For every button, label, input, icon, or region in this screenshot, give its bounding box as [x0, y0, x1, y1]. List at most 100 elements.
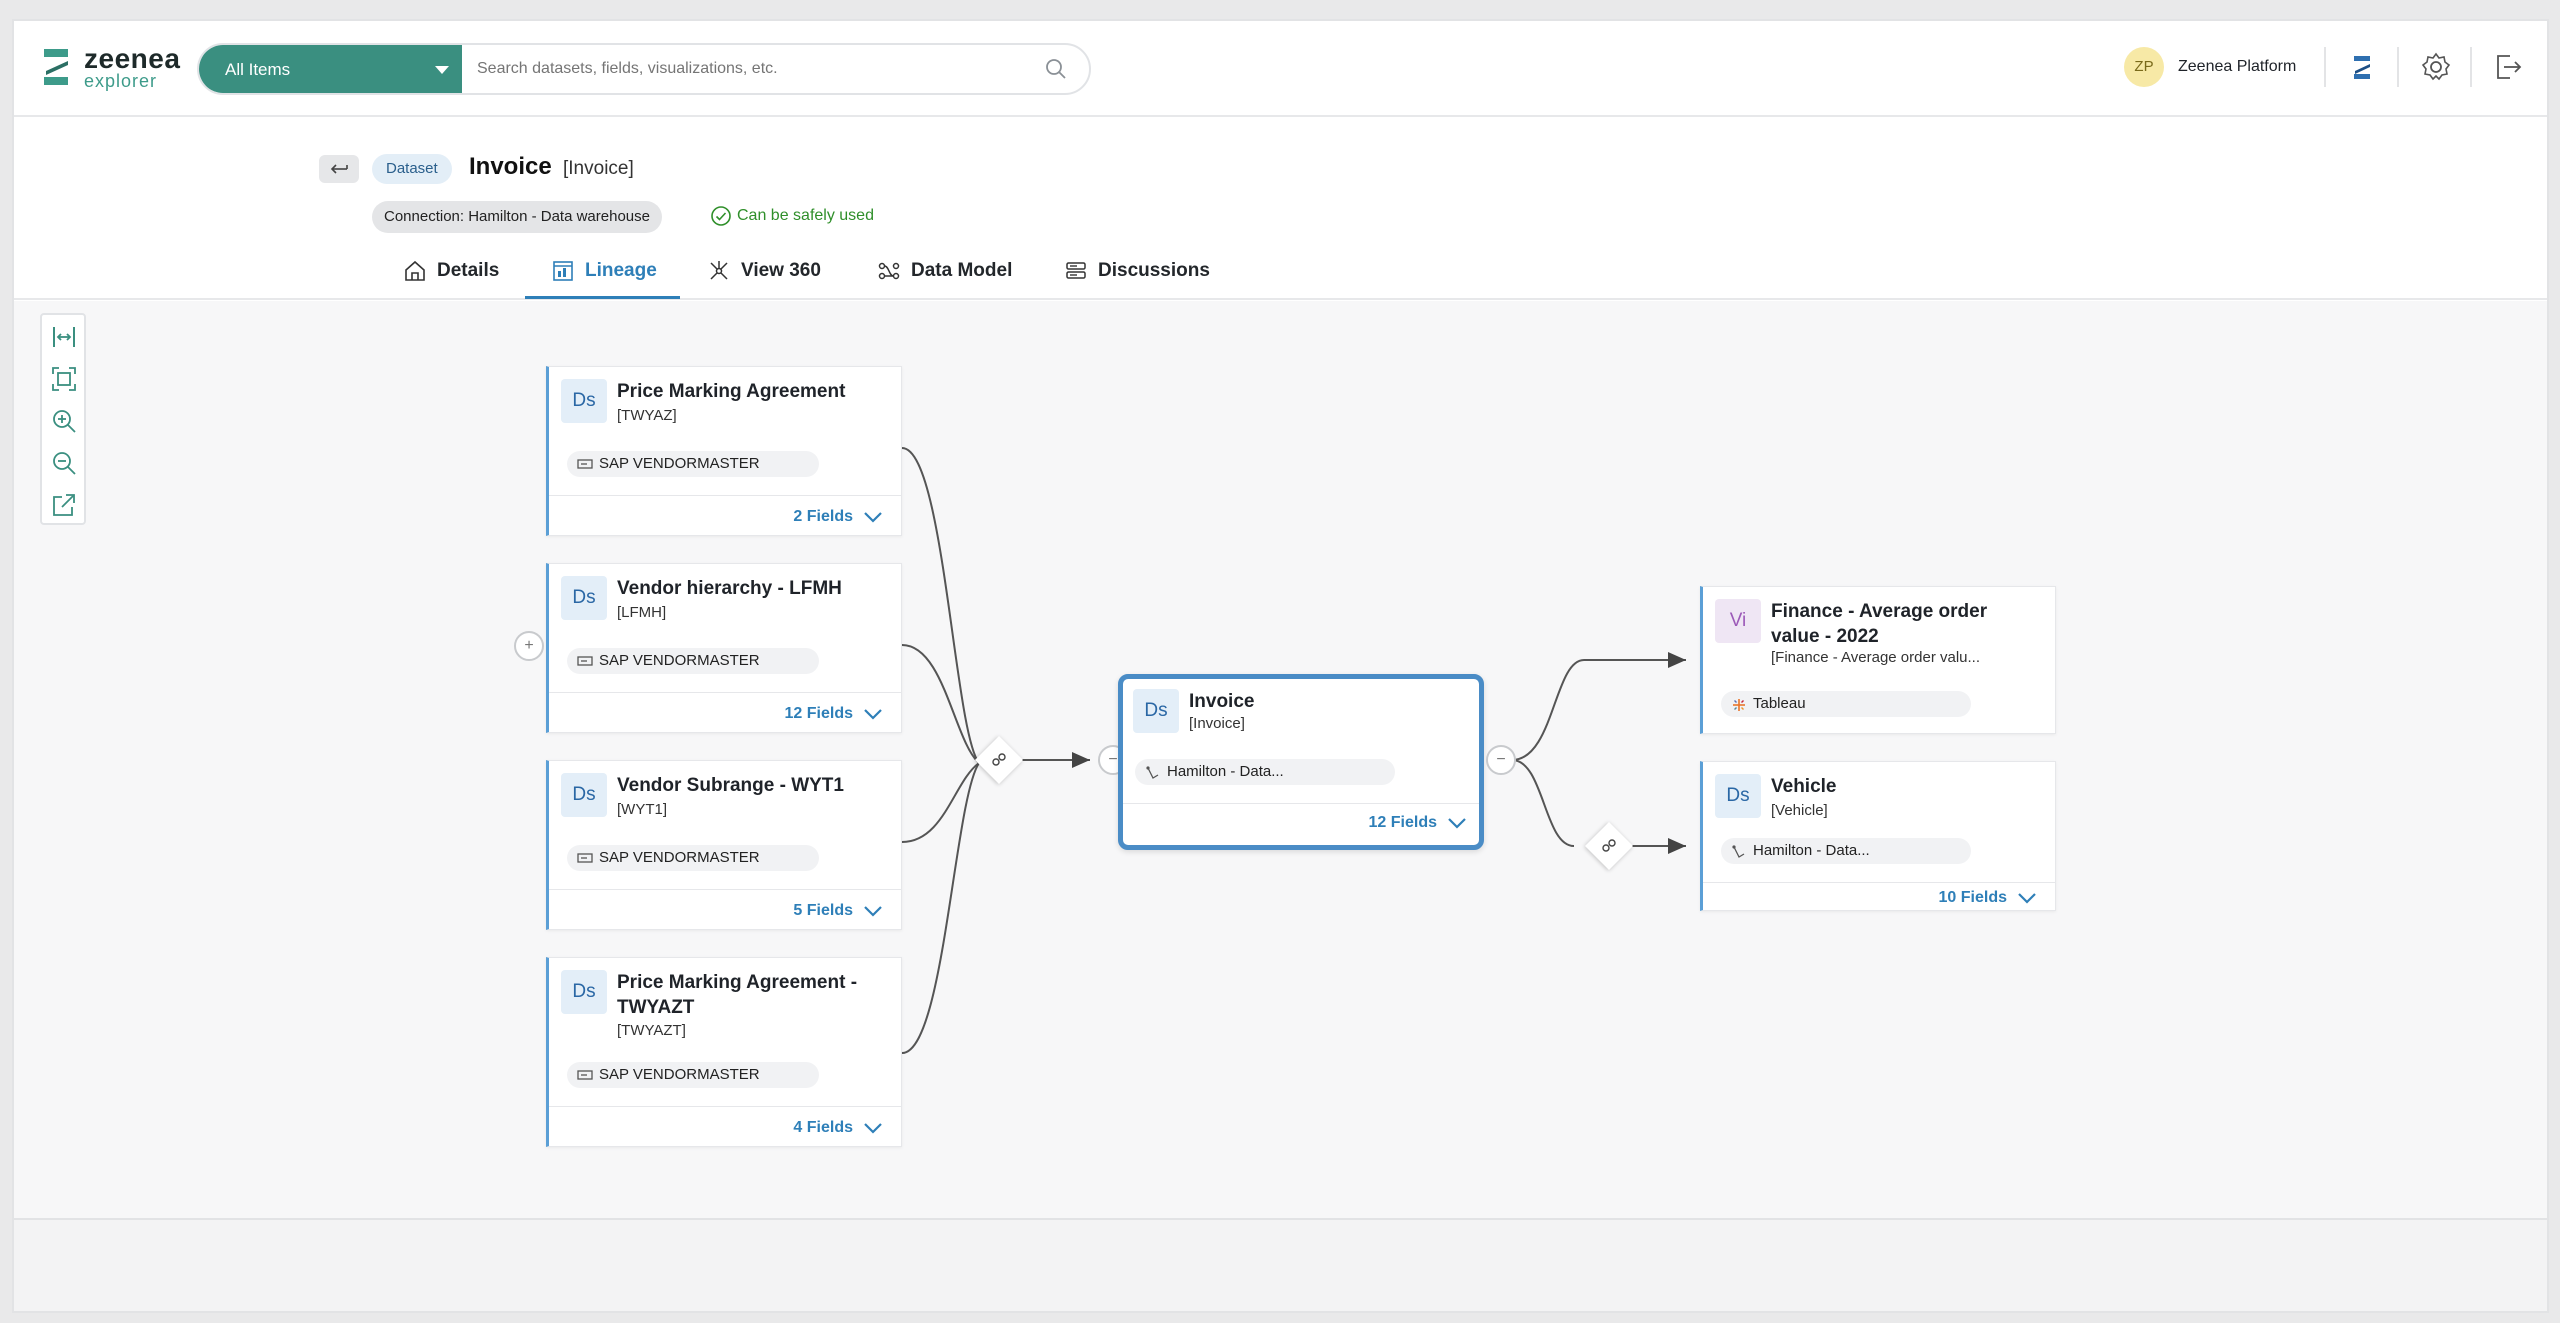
node-technical-name: [Finance - Average order valu... — [1771, 649, 1981, 666]
logout-icon[interactable] — [2490, 49, 2526, 85]
source-chip: Hamilton - Data... — [1135, 759, 1395, 785]
node-name: Price Marking Agreement - TWYAZT — [617, 972, 858, 1018]
sap-source-icon — [577, 853, 593, 863]
fields-toggle[interactable]: 4 Fields — [793, 1119, 883, 1137]
home-icon — [405, 260, 425, 281]
divider — [549, 495, 901, 496]
divider — [549, 889, 901, 890]
search-icon[interactable] — [1044, 57, 1068, 81]
chevron-down-icon — [864, 511, 882, 523]
edge-line — [1511, 652, 1686, 761]
fields-toggle[interactable]: 10 Fields — [1939, 889, 2037, 907]
dataset-badge: Ds — [1133, 689, 1179, 733]
zeenea-logo[interactable]: zeenea explorer — [42, 43, 192, 93]
data-model-icon — [878, 262, 900, 280]
source-name: SAP VENDORMASTER — [599, 455, 760, 472]
lineage-icon — [553, 261, 573, 281]
fields-count: 12 Fields — [784, 705, 853, 722]
fields-count: 2 Fields — [793, 508, 853, 525]
type-chip: Dataset — [372, 154, 452, 184]
app-window: zeenea explorer All Items ZP Zeenea Plat… — [12, 19, 2549, 1313]
zoom-in-icon[interactable] — [50, 407, 78, 435]
sap-source-icon — [577, 1070, 593, 1080]
sap-source-icon — [577, 459, 593, 469]
collapse-downstream-button[interactable]: − — [1486, 745, 1516, 775]
view360-icon — [710, 261, 728, 280]
zeenea-logo-icon — [44, 49, 68, 85]
lineage-node-invoice-current[interactable]: Ds Invoice [Invoice] Hamilton - Data... … — [1118, 674, 1484, 850]
chevron-down-icon — [1448, 817, 1466, 829]
tab-label: Discussions — [1098, 260, 1210, 281]
connection-chip[interactable]: Connection: Hamilton - Data warehouse — [372, 201, 662, 233]
status-text: Can be safely used — [737, 207, 874, 224]
edge-line — [901, 447, 980, 764]
settings-icon[interactable] — [2418, 49, 2454, 85]
node-name: Vendor hierarchy - LFMH — [617, 578, 842, 599]
node-technical-name: [WYT1] — [617, 801, 668, 818]
process-icon — [1602, 839, 1616, 852]
fields-toggle[interactable]: 5 Fields — [793, 902, 883, 920]
node-technical-name: [Vehicle] — [1771, 802, 1828, 819]
node-name: Invoice — [1189, 691, 1255, 712]
process-icon — [992, 753, 1006, 766]
page-subtitle: [Invoice] — [563, 158, 634, 179]
source-name: SAP VENDORMASTER — [599, 652, 760, 669]
fields-toggle[interactable]: 2 Fields — [793, 508, 883, 526]
fit-width-icon[interactable] — [50, 323, 78, 351]
lineage-node-vendor-subrange[interactable]: Ds Vendor Subrange - WYT1 [WYT1] SAP VEN… — [546, 760, 902, 930]
lineage-node-price-marking-agreement[interactable]: Ds Price Marking Agreement [TWYAZ] SAP V… — [546, 366, 902, 536]
dataset-badge: Ds — [1715, 774, 1761, 818]
chevron-down-icon — [864, 1122, 882, 1134]
lineage-node-finance-average-order-value[interactable]: Vi Finance - Average order value - 2022 … — [1700, 586, 2056, 734]
divider — [549, 1106, 901, 1107]
source-chip: SAP VENDORMASTER — [567, 451, 819, 477]
zeenea-studio-icon[interactable] — [2344, 49, 2380, 85]
node-technical-name: [LFMH] — [617, 604, 667, 621]
back-button[interactable] — [319, 155, 359, 183]
lineage-node-price-marking-agreement-twyazt[interactable]: Ds Price Marking Agreement - TWYAZT [TWY… — [546, 957, 902, 1147]
logo-secondary-text: explorer — [84, 71, 158, 91]
global-search: All Items — [197, 43, 1091, 95]
divider — [2470, 47, 2472, 87]
visualization-badge: Vi — [1715, 599, 1761, 643]
fields-toggle[interactable]: 12 Fields — [785, 705, 883, 723]
node-name: Price Marking Agreement — [617, 381, 846, 402]
source-chip: Hamilton - Data... — [1721, 838, 1971, 864]
lineage-canvas[interactable]: Ds Price Marking Agreement [TWYAZ] SAP V… — [14, 301, 2547, 1218]
check-circle-icon — [711, 206, 731, 226]
edge-line — [901, 644, 980, 764]
footer-panel — [14, 1218, 2547, 1311]
fields-count: 12 Fields — [1368, 814, 1437, 831]
search-input[interactable] — [477, 55, 1037, 83]
database-connection-icon — [1732, 845, 1745, 858]
node-name: Vehicle — [1771, 776, 1837, 797]
fit-screen-icon[interactable] — [50, 365, 78, 393]
zoom-out-icon[interactable] — [50, 449, 78, 477]
zoom-toolbar — [40, 313, 86, 525]
node-technical-name: [TWYAZ] — [617, 407, 677, 424]
node-technical-name: [Invoice] — [1189, 715, 1245, 732]
chevron-down-icon — [864, 708, 882, 720]
search-scope-select[interactable]: All Items — [199, 45, 462, 93]
edge-line — [901, 762, 980, 1054]
export-icon[interactable] — [50, 491, 78, 519]
chevron-down-icon — [2018, 892, 2036, 904]
dataset-badge: Ds — [561, 970, 607, 1014]
divider — [549, 692, 901, 693]
tab-label: Data Model — [911, 260, 1013, 281]
search-scope-label: All Items — [225, 60, 291, 79]
lineage-node-vendor-hierarchy[interactable]: Ds Vendor hierarchy - LFMH [LFMH] SAP VE… — [546, 563, 902, 733]
source-name: Hamilton - Data... — [1167, 763, 1284, 780]
dataset-badge: Ds — [561, 576, 607, 620]
source-chip: SAP VENDORMASTER — [567, 845, 819, 871]
expand-upstream-button[interactable]: + — [514, 631, 544, 661]
source-name: Hamilton - Data... — [1753, 842, 1870, 859]
source-name: SAP VENDORMASTER — [599, 849, 760, 866]
page-title: Invoice — [469, 153, 552, 180]
lineage-node-vehicle[interactable]: Ds Vehicle [Vehicle] Hamilton - Data... … — [1700, 761, 2056, 911]
fields-count: 10 Fields — [1938, 889, 2007, 906]
avatar: ZP — [2124, 47, 2164, 87]
sap-source-icon — [577, 656, 593, 666]
fields-count: 4 Fields — [793, 1119, 853, 1136]
fields-toggle[interactable]: 12 Fields — [1369, 814, 1467, 832]
